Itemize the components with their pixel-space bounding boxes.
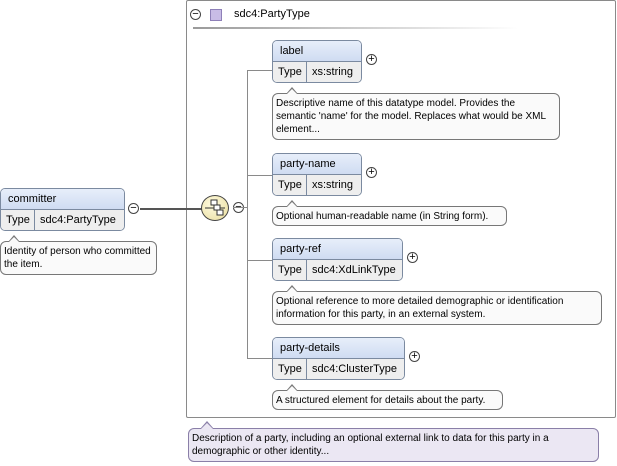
complex-type-icon xyxy=(210,9,222,21)
element-committer[interactable]: committer Type sdc4:PartyType xyxy=(0,188,125,231)
branch-party-details xyxy=(247,358,272,359)
element-label[interactable]: label Type xs:string xyxy=(272,40,362,83)
branch-vertical xyxy=(247,70,248,358)
type-value: xs:string xyxy=(312,179,353,191)
element-type-row: Type xs:string xyxy=(273,62,361,82)
frame-separator xyxy=(193,27,518,29)
type-key: Type xyxy=(273,260,307,280)
element-name: party-details xyxy=(273,338,404,359)
type-value: xs:string xyxy=(312,66,353,78)
branch-party-name xyxy=(247,175,272,176)
type-value: sdc4:PartyType xyxy=(40,214,116,226)
element-type-row: Type sdc4:PartyType xyxy=(1,210,124,230)
doc-tail-fill xyxy=(201,423,213,429)
branch-party-ref xyxy=(247,260,272,261)
type-value: sdc4:ClusterType xyxy=(312,363,397,375)
element-type-row: Type sdc4:XdLinkType xyxy=(273,260,402,280)
doc-tail-fill xyxy=(287,386,297,391)
element-party-name[interactable]: party-name Type xs:string xyxy=(272,153,362,196)
type-key: Type xyxy=(273,62,307,82)
element-type-row: Type sdc4:ClusterType xyxy=(273,359,404,379)
element-name: label xyxy=(273,41,361,62)
expand-label-button[interactable]: + xyxy=(366,54,377,65)
element-name: party-ref xyxy=(273,239,402,260)
branch-label xyxy=(247,70,272,71)
doc-tail-fill xyxy=(287,287,297,292)
doc-committer: Identity of person who committed the ite… xyxy=(0,241,157,275)
type-key: Type xyxy=(273,175,307,195)
doc-tail-fill xyxy=(287,202,297,207)
doc-party-name: Optional human-readable name (in String … xyxy=(272,206,507,226)
element-name: party-name xyxy=(273,154,361,175)
connector-root xyxy=(140,208,202,210)
complex-type-name: sdc4:PartyType xyxy=(234,8,310,20)
doc-party-type: Description of a party, including an opt… xyxy=(188,428,599,462)
expand-party-name-button[interactable]: + xyxy=(366,167,377,178)
doc-tail-fill xyxy=(9,237,19,242)
element-party-ref[interactable]: party-ref Type sdc4:XdLinkType xyxy=(272,238,403,281)
collapse-committer-button[interactable]: − xyxy=(128,203,139,214)
element-name: committer xyxy=(1,189,124,210)
sequence-compositor-icon xyxy=(201,195,229,221)
type-key: Type xyxy=(1,210,35,230)
doc-tail-fill xyxy=(287,89,297,94)
type-key: Type xyxy=(273,359,307,379)
doc-party-details: A structured element for details about t… xyxy=(272,390,503,410)
doc-label: Descriptive name of this datatype model.… xyxy=(272,93,560,140)
branch-stem xyxy=(233,207,247,208)
element-party-details[interactable]: party-details Type sdc4:ClusterType xyxy=(272,337,405,380)
element-type-row: Type xs:string xyxy=(273,175,361,195)
doc-party-ref: Optional reference to more detailed demo… xyxy=(272,291,602,325)
collapse-type-button[interactable]: − xyxy=(190,9,201,20)
expand-party-ref-button[interactable]: + xyxy=(407,252,418,263)
expand-party-details-button[interactable]: + xyxy=(409,351,420,362)
type-value: sdc4:XdLinkType xyxy=(312,264,396,276)
